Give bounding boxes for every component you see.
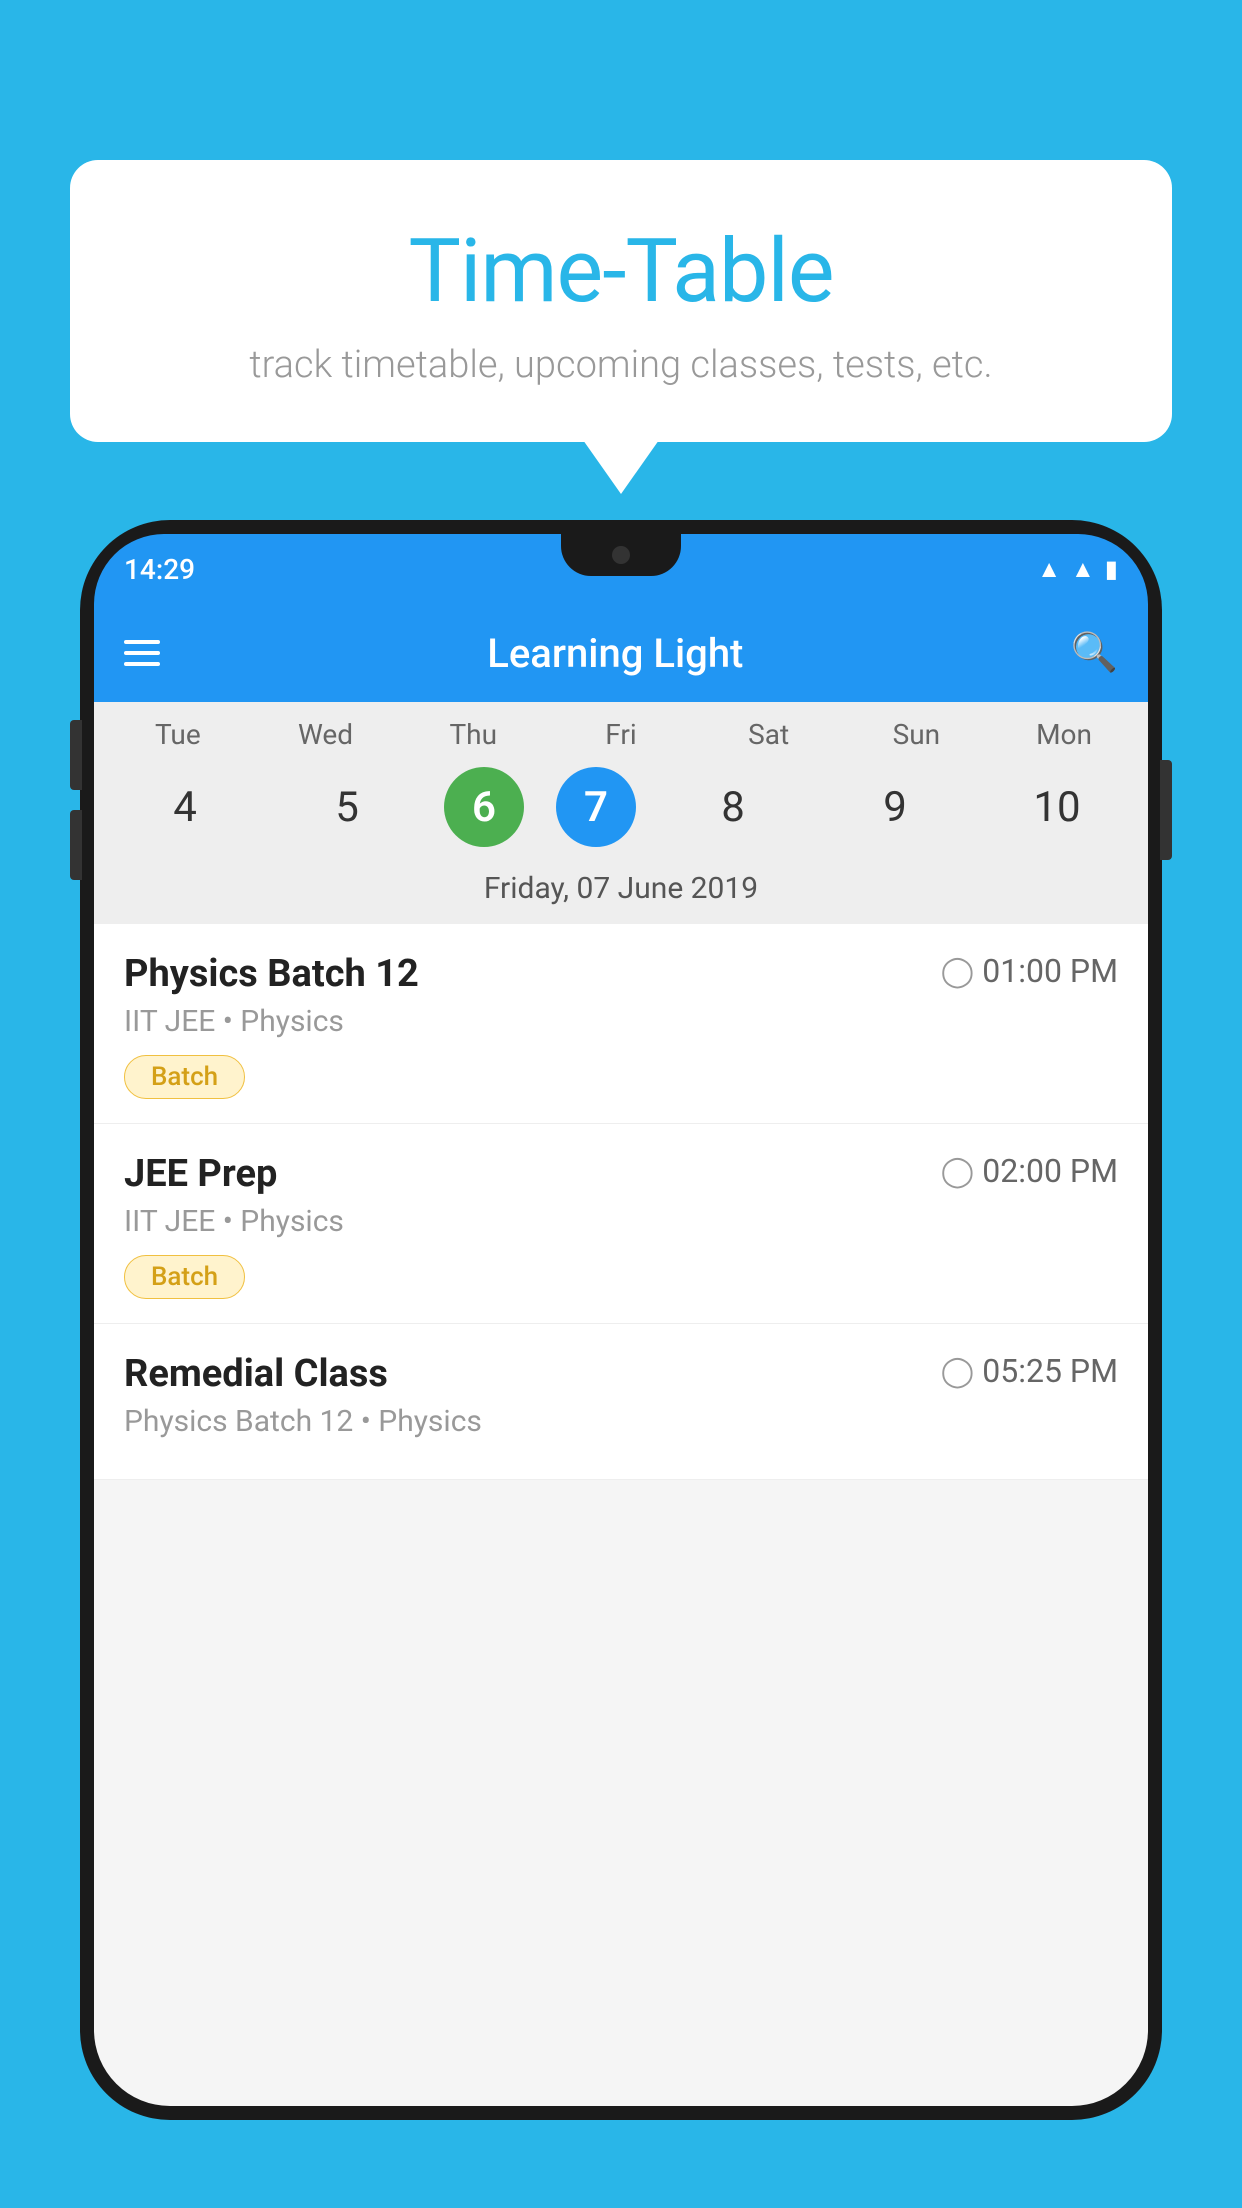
hamburger-menu-icon[interactable] bbox=[124, 640, 160, 666]
date-9[interactable]: 9 bbox=[830, 767, 960, 847]
schedule-title-3: Remedial Class bbox=[124, 1352, 388, 1396]
schedule-list: Physics Batch 12 ◯ 01:00 PM IIT JEE • Ph… bbox=[94, 924, 1148, 1480]
day-numbers: 4 5 6 7 8 9 10 bbox=[94, 761, 1148, 863]
app-title: Learning Light bbox=[487, 630, 743, 677]
status-bar: 14:29 ▲ ▲ ▮ bbox=[94, 534, 1148, 604]
speech-bubble: Time-Table track timetable, upcoming cla… bbox=[70, 160, 1172, 442]
schedule-subtitle-3: Physics Batch 12 • Physics bbox=[124, 1404, 1118, 1439]
signal-icon: ▲ bbox=[1071, 555, 1095, 584]
schedule-subtitle-1: IIT JEE • Physics bbox=[124, 1004, 1118, 1039]
bubble-title: Time-Table bbox=[110, 220, 1132, 323]
date-7-selected[interactable]: 7 bbox=[556, 767, 636, 847]
clock-icon-1: ◯ bbox=[941, 954, 975, 989]
schedule-item-3[interactable]: Remedial Class ◯ 05:25 PM Physics Batch … bbox=[94, 1324, 1148, 1480]
day-wed: Wed bbox=[261, 718, 391, 751]
status-icons: ▲ ▲ ▮ bbox=[1037, 555, 1118, 584]
notch bbox=[561, 534, 681, 576]
schedule-title-1: Physics Batch 12 bbox=[124, 952, 419, 996]
time-value-1: 01:00 PM bbox=[982, 952, 1118, 990]
time-value-3: 05:25 PM bbox=[982, 1352, 1118, 1390]
volume-down-button bbox=[70, 810, 82, 880]
schedule-item-top-1: Physics Batch 12 ◯ 01:00 PM bbox=[124, 952, 1118, 996]
date-8[interactable]: 8 bbox=[668, 767, 798, 847]
day-mon: Mon bbox=[999, 718, 1129, 751]
schedule-time-2: ◯ 02:00 PM bbox=[941, 1152, 1118, 1190]
wifi-icon: ▲ bbox=[1037, 555, 1061, 584]
time-value-2: 02:00 PM bbox=[982, 1152, 1118, 1190]
volume-up-button bbox=[70, 720, 82, 790]
day-sat: Sat bbox=[704, 718, 834, 751]
day-thu: Thu bbox=[408, 718, 538, 751]
bubble-subtitle: track timetable, upcoming classes, tests… bbox=[110, 343, 1132, 387]
app-header: Learning Light 🔍 bbox=[94, 604, 1148, 702]
phone-body: 14:29 ▲ ▲ ▮ Learning Light 🔍 bbox=[80, 520, 1162, 2120]
day-sun: Sun bbox=[851, 718, 981, 751]
clock-icon-2: ◯ bbox=[941, 1154, 975, 1189]
phone-screen: Learning Light 🔍 Tue Wed Thu Fri Sat Sun… bbox=[94, 604, 1148, 2106]
schedule-subtitle-2: IIT JEE • Physics bbox=[124, 1204, 1118, 1239]
schedule-title-2: JEE Prep bbox=[124, 1152, 277, 1196]
calendar-strip: Tue Wed Thu Fri Sat Sun Mon 4 5 6 7 8 9 … bbox=[94, 702, 1148, 924]
schedule-time-3: ◯ 05:25 PM bbox=[941, 1352, 1118, 1390]
date-10[interactable]: 10 bbox=[992, 767, 1122, 847]
schedule-item-top-3: Remedial Class ◯ 05:25 PM bbox=[124, 1352, 1118, 1396]
schedule-item-1[interactable]: Physics Batch 12 ◯ 01:00 PM IIT JEE • Ph… bbox=[94, 924, 1148, 1124]
status-time: 14:29 bbox=[124, 553, 195, 586]
day-headers: Tue Wed Thu Fri Sat Sun Mon bbox=[94, 718, 1148, 761]
power-button bbox=[1160, 760, 1172, 860]
batch-tag-2: Batch bbox=[124, 1255, 245, 1299]
day-fri: Fri bbox=[556, 718, 686, 751]
day-tue: Tue bbox=[113, 718, 243, 751]
clock-icon-3: ◯ bbox=[941, 1354, 975, 1389]
date-5[interactable]: 5 bbox=[282, 767, 412, 847]
schedule-item-2[interactable]: JEE Prep ◯ 02:00 PM IIT JEE • Physics Ba… bbox=[94, 1124, 1148, 1324]
schedule-item-top-2: JEE Prep ◯ 02:00 PM bbox=[124, 1152, 1118, 1196]
schedule-time-1: ◯ 01:00 PM bbox=[941, 952, 1118, 990]
date-4[interactable]: 4 bbox=[120, 767, 250, 847]
front-camera bbox=[612, 546, 630, 564]
search-icon[interactable]: 🔍 bbox=[1071, 631, 1118, 675]
date-6-today[interactable]: 6 bbox=[444, 767, 524, 847]
selected-date-label: Friday, 07 June 2019 bbox=[94, 863, 1148, 924]
batch-tag-1: Batch bbox=[124, 1055, 245, 1099]
phone-wrapper: 14:29 ▲ ▲ ▮ Learning Light 🔍 bbox=[80, 520, 1162, 2208]
battery-icon: ▮ bbox=[1105, 555, 1118, 583]
